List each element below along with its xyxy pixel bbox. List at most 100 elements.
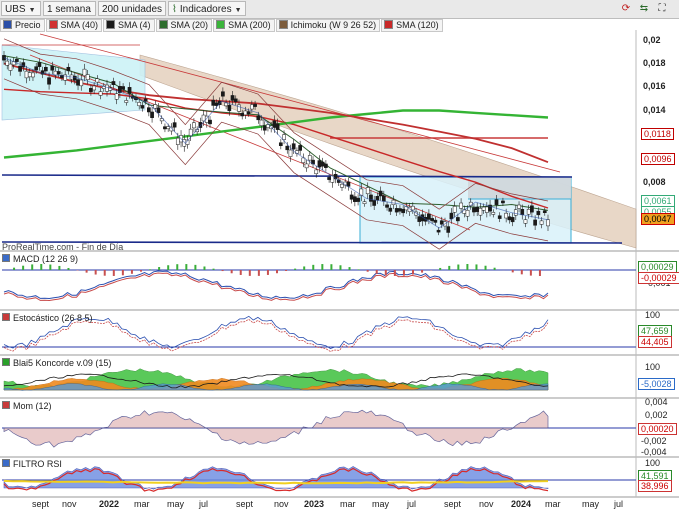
candle-body (153, 104, 158, 109)
candle-body (427, 213, 431, 220)
candle-body (526, 209, 531, 215)
candle-body (221, 91, 225, 97)
macd-title-label: MACD (12 26 9) (13, 254, 79, 264)
mom-title[interactable]: Mom (12) (2, 401, 52, 411)
macd-histogram-bar (221, 270, 224, 272)
candle-body (47, 77, 51, 85)
candle-body (394, 208, 399, 213)
candle-body (494, 199, 499, 206)
macd-histogram-bar (529, 270, 532, 276)
candle-body (275, 123, 280, 130)
candle-body (137, 102, 142, 107)
candle-body (243, 110, 248, 116)
time-axis-label: jul (407, 499, 417, 509)
rsi-axis-100: 100 (645, 458, 661, 468)
candle-body (262, 125, 267, 131)
candle-body (372, 200, 377, 206)
macd-histogram-bar (393, 270, 396, 276)
candle-body (388, 207, 393, 212)
candle-body (298, 145, 302, 151)
candle-body (510, 217, 515, 223)
stoch-title[interactable]: Estocástico (26 8 5) (2, 313, 93, 323)
macd-histogram-bar (230, 270, 233, 274)
price-candle (150, 107, 154, 123)
candle-body (175, 137, 180, 145)
macd-histogram-bar (321, 264, 324, 270)
candle-body (253, 103, 257, 107)
macd-histogram-bar (130, 270, 133, 274)
candle-body (304, 163, 309, 169)
macd-histogram-bar (520, 270, 523, 275)
candle-body (259, 119, 264, 126)
koncorde-title[interactable]: Blai5 Koncorde v.09 (15) (2, 358, 111, 368)
candle-body (365, 187, 370, 195)
time-axis-label: sept (444, 499, 462, 509)
stoch-swatch (2, 313, 10, 321)
candle-body (491, 212, 496, 215)
macd-title[interactable]: MACD (12 26 9) (2, 254, 78, 264)
macd-histogram-bar (339, 265, 342, 270)
macd-histogram-bar (22, 265, 25, 270)
macd-histogram-bar (312, 264, 315, 270)
macd-histogram-bar (212, 268, 215, 270)
macd-histogram-bar (203, 266, 206, 270)
candle-body (5, 60, 10, 66)
momentum-area (3, 409, 549, 448)
candle-body (507, 216, 512, 221)
candle-body (201, 114, 206, 122)
macd-histogram-bar (384, 270, 387, 276)
price-candle (295, 147, 299, 157)
time-axis-label: mar (545, 499, 561, 509)
macd-histogram-bar (257, 270, 260, 276)
candle-body (539, 220, 544, 225)
price-candle (333, 169, 338, 184)
candle-body (278, 142, 283, 146)
price-axis-label: 0,014 (643, 105, 666, 115)
candle-body (72, 75, 77, 81)
macd-histogram-bar (121, 270, 124, 276)
macd-histogram-bar (31, 264, 34, 270)
rsi-title[interactable]: FILTRO RSI (2, 459, 62, 469)
macd-swatch (2, 254, 10, 262)
candle-body (250, 104, 254, 110)
candle-body (314, 169, 319, 175)
candle-body (349, 194, 354, 200)
price-candle (172, 118, 177, 132)
macd-histogram-bar (448, 265, 451, 270)
macd-histogram-bar (112, 270, 115, 276)
price-candle (320, 157, 325, 171)
macd-histogram-bar (67, 267, 70, 270)
macd-histogram-bar (194, 264, 197, 270)
candle-body (163, 126, 167, 130)
candle-body (79, 79, 84, 87)
price-candle (304, 159, 309, 172)
candle-body (85, 74, 90, 80)
candle-body (385, 204, 389, 208)
candle-body (378, 190, 383, 197)
time-axis-label: nov (274, 499, 289, 509)
price-candle (311, 156, 315, 168)
candle-body (208, 119, 212, 125)
candle-body (436, 229, 441, 233)
candle-body (456, 217, 460, 222)
macd-histogram-bar (366, 270, 369, 272)
mom-axis-3: -0,002 (641, 436, 667, 446)
candle-body (272, 120, 277, 128)
price-axis-label: 0,016 (643, 81, 666, 91)
candle-body (111, 81, 116, 85)
candle-body (433, 219, 438, 223)
candle-body (320, 161, 325, 167)
price-candle (163, 123, 167, 133)
time-axis-label: jul (199, 499, 209, 509)
price-axis-label: 0,018 (643, 58, 666, 68)
stoch-axis-100: 100 (645, 310, 661, 320)
candle-body (542, 210, 547, 214)
candle-body (288, 149, 293, 157)
candle-body (82, 68, 87, 77)
candle-body (497, 215, 502, 219)
candle-body (317, 160, 322, 168)
macd-histogram-bar (375, 270, 378, 274)
candle-body (172, 122, 177, 128)
macd-histogram-bar (149, 269, 152, 270)
macd-histogram-bar (466, 264, 469, 270)
